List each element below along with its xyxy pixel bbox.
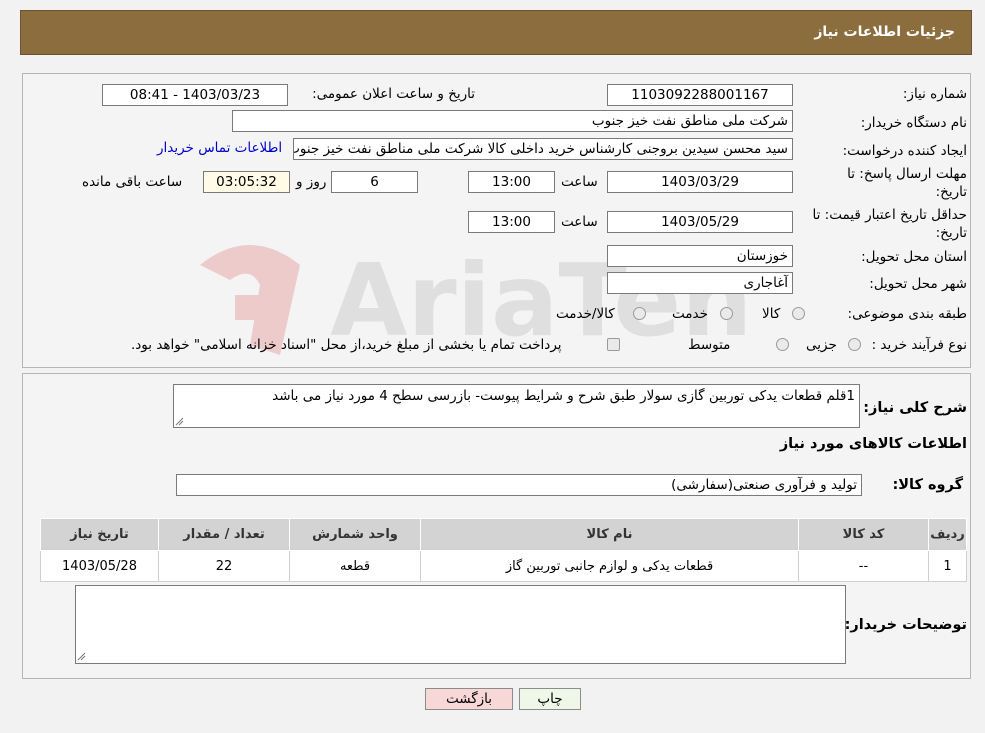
category-option-goods-service: کالا/خدمت bbox=[556, 306, 615, 322]
category-radio-goods-service[interactable] bbox=[633, 307, 646, 320]
cell-name: قطعات یدکی و لوازم جانبی توربین گاز bbox=[420, 550, 799, 582]
city-label: شهر محل تحویل: bbox=[869, 276, 967, 292]
deadline-label: مهلت ارسال پاسخ: تا bbox=[847, 166, 967, 182]
creator-field: سید محسن سیدین بروجنی کارشناس خرید داخلی… bbox=[293, 138, 793, 160]
days-field: 6 bbox=[331, 171, 418, 193]
deadline-label-2: تاریخ: bbox=[935, 184, 967, 200]
days-label: روز و bbox=[296, 174, 327, 190]
col-qty: تعداد / مقدار bbox=[158, 518, 290, 551]
page-title: جزئیات اطلاعات نیاز bbox=[814, 24, 955, 40]
category-radio-service[interactable] bbox=[720, 307, 733, 320]
validity-time-label: ساعت bbox=[561, 214, 598, 230]
deadline-date-field: 1403/03/29 bbox=[607, 171, 793, 193]
cell-date: 1403/05/28 bbox=[40, 550, 159, 582]
buyer-org-label: نام دستگاه خریدار: bbox=[860, 115, 967, 131]
col-date: تاریخ نیاز bbox=[40, 518, 159, 551]
process-label: نوع فرآیند خرید : bbox=[871, 337, 967, 353]
need-number-field: 1103092288001167 bbox=[607, 84, 793, 106]
cell-code: -- bbox=[798, 550, 929, 582]
resize-handle-icon[interactable] bbox=[175, 417, 184, 426]
col-unit: واحد شمارش bbox=[289, 518, 421, 551]
province-label: استان محل تحویل: bbox=[861, 249, 967, 265]
category-radio-goods[interactable] bbox=[792, 307, 805, 320]
process-radio-treasury[interactable] bbox=[607, 338, 620, 351]
category-option-service: خدمت bbox=[672, 306, 708, 322]
validity-time-field: 13:00 bbox=[468, 211, 555, 233]
page-header: جزئیات اطلاعات نیاز bbox=[20, 10, 972, 55]
goods-table: ردیف کد کالا نام کالا واحد شمارش تعداد /… bbox=[40, 518, 967, 582]
goods-section-title: اطلاعات کالاهای مورد نیاز bbox=[779, 436, 967, 452]
back-button[interactable]: بازگشت bbox=[425, 688, 513, 710]
process-option-minor: جزیی bbox=[806, 337, 837, 353]
description-label: شرح کلی نیاز: bbox=[863, 400, 967, 416]
table-row: 1 -- قطعات یدکی و لوازم جانبی توربین گاز… bbox=[40, 550, 967, 582]
buyer-notes-label: توضیحات خریدار: bbox=[844, 617, 967, 633]
announce-field: 1403/03/23 - 08:41 bbox=[102, 84, 288, 106]
creator-label: ایجاد کننده درخواست: bbox=[842, 143, 967, 159]
validity-label: حداقل تاریخ اعتبار قیمت: تا bbox=[812, 207, 967, 223]
col-code: کد کالا bbox=[798, 518, 929, 551]
remaining-time-field: 03:05:32 bbox=[203, 171, 290, 193]
process-option-medium: متوسط bbox=[688, 337, 731, 353]
contact-link[interactable]: اطلاعات تماس خریدار bbox=[157, 140, 282, 156]
cell-unit: قطعه bbox=[289, 550, 421, 582]
buyer-org-field: شرکت ملی مناطق نفت خیز جنوب bbox=[232, 110, 793, 132]
need-number-label: شماره نیاز: bbox=[902, 86, 967, 102]
description-field[interactable]: 1قلم قطعات یدکی توربین گازی سولار طبق شر… bbox=[173, 384, 860, 428]
validity-label-2: تاریخ: bbox=[935, 225, 967, 241]
print-button[interactable]: چاپ bbox=[519, 688, 581, 710]
process-radio-medium[interactable] bbox=[776, 338, 789, 351]
province-field: خوزستان bbox=[607, 245, 793, 267]
goods-group-label: گروه کالا: bbox=[892, 477, 963, 493]
col-name: نام کالا bbox=[420, 518, 799, 551]
cell-row: 1 bbox=[928, 550, 967, 582]
announce-label: تاریخ و ساعت اعلان عمومی: bbox=[312, 86, 475, 102]
process-note: پرداخت تمام یا بخشی از مبلغ خرید،از محل … bbox=[131, 337, 562, 353]
buyer-notes-field[interactable] bbox=[75, 585, 846, 664]
remaining-label: ساعت باقی مانده bbox=[82, 174, 183, 190]
goods-group-field: تولید و فرآوری صنعتی(سفارشی) bbox=[176, 474, 862, 496]
process-radio-minor[interactable] bbox=[848, 338, 861, 351]
cell-qty: 22 bbox=[158, 550, 290, 582]
col-row: ردیف bbox=[928, 518, 967, 551]
category-label: طبقه بندی موضوعی: bbox=[847, 306, 967, 322]
deadline-time-field: 13:00 bbox=[468, 171, 555, 193]
category-option-goods: کالا bbox=[762, 306, 781, 322]
validity-date-field: 1403/05/29 bbox=[607, 211, 793, 233]
goods-table-header: ردیف کد کالا نام کالا واحد شمارش تعداد /… bbox=[40, 518, 967, 551]
resize-handle-icon[interactable] bbox=[77, 652, 86, 661]
deadline-time-label: ساعت bbox=[561, 174, 598, 190]
city-field: آغاجاری bbox=[607, 272, 793, 294]
